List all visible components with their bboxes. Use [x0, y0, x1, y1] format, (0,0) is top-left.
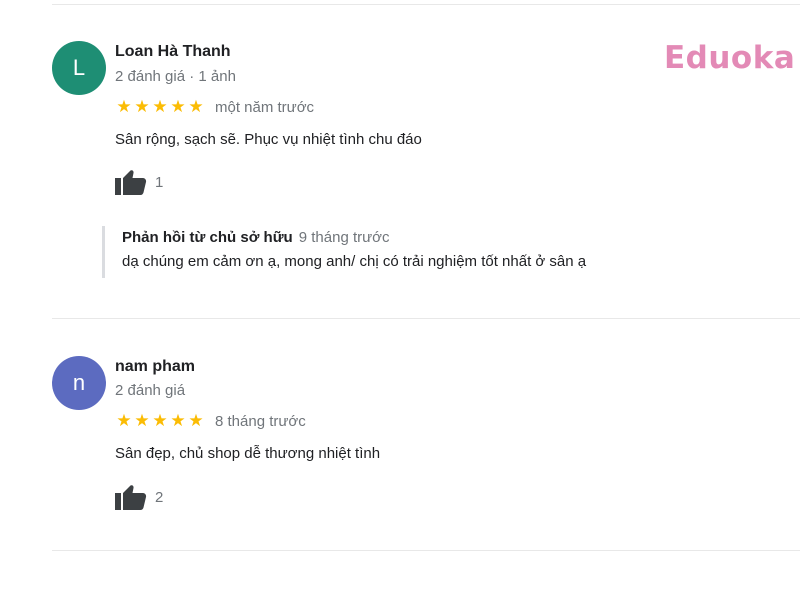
like-count: 1 — [155, 173, 164, 191]
reviews-page: Eduoka L Loan Hà Thanh 2 đánh giá · 1 ản… — [0, 0, 800, 600]
rating-row: ★ ★ ★ ★ ★ 8 tháng trước — [115, 411, 306, 431]
avatar-letter: L — [72, 55, 86, 80]
reviewer-name[interactable]: nam pham — [115, 358, 195, 376]
avatar[interactable]: n — [52, 356, 106, 410]
reply-header: Phản hồi từ chủ sở hữu 9 tháng trước — [122, 228, 586, 248]
star-icon: ★ — [152, 97, 168, 117]
star-icon: ★ — [188, 97, 204, 117]
review-divider — [52, 318, 800, 319]
review-time: một năm trước — [215, 98, 315, 116]
review-card: L Loan Hà Thanh 2 đánh giá · 1 ảnh ★ ★ ★ ★ ★… — [52, 41, 800, 311]
review-time: 8 tháng trước — [215, 412, 306, 430]
review-text: Sân rộng, sạch sẽ. Phục vụ nhiệt tình ch… — [115, 131, 422, 148]
star-icon: ★ — [134, 411, 150, 431]
avatar[interactable]: L — [52, 41, 106, 95]
star-icon: ★ — [116, 97, 132, 117]
like-button[interactable]: 2 — [115, 484, 163, 510]
star-rating: ★ ★ ★ ★ ★ — [115, 411, 205, 431]
reviewer-meta[interactable]: 2 đánh giá · 1 ảnh — [115, 68, 236, 85]
top-divider — [52, 4, 800, 5]
star-icon: ★ — [170, 411, 186, 431]
star-icon: ★ — [134, 97, 150, 117]
star-icon: ★ — [188, 411, 204, 431]
star-icon: ★ — [116, 411, 132, 431]
rating-row: ★ ★ ★ ★ ★ một năm trước — [115, 97, 314, 117]
star-icon: ★ — [170, 97, 186, 117]
like-count: 2 — [155, 488, 164, 506]
reply-title: Phản hồi từ chủ sở hữu — [122, 229, 293, 246]
reply-time: 9 tháng trước — [298, 229, 390, 246]
thumbs-up-icon — [115, 170, 147, 195]
reviewer-meta[interactable]: 2 đánh giá — [115, 382, 185, 399]
reviewer-name[interactable]: Loan Hà Thanh — [115, 43, 231, 61]
reply-text: dạ chúng em cảm ơn ạ, mong anh/ chị có t… — [122, 253, 587, 270]
review-card: n nam pham 2 đánh giá ★ ★ ★ ★ ★ 8 tháng trướ… — [52, 356, 800, 536]
review-text: Sân đẹp, chủ shop dễ thương nhiệt tình — [115, 445, 381, 462]
avatar-letter: n — [72, 370, 86, 395]
like-button[interactable]: 1 — [115, 169, 163, 195]
bottom-divider — [52, 550, 800, 551]
star-icon: ★ — [152, 411, 168, 431]
owner-reply: Phản hồi từ chủ sở hữu 9 tháng trước dạ c… — [102, 226, 586, 278]
thumbs-up-icon — [115, 485, 147, 510]
star-rating: ★ ★ ★ ★ ★ — [115, 97, 205, 117]
